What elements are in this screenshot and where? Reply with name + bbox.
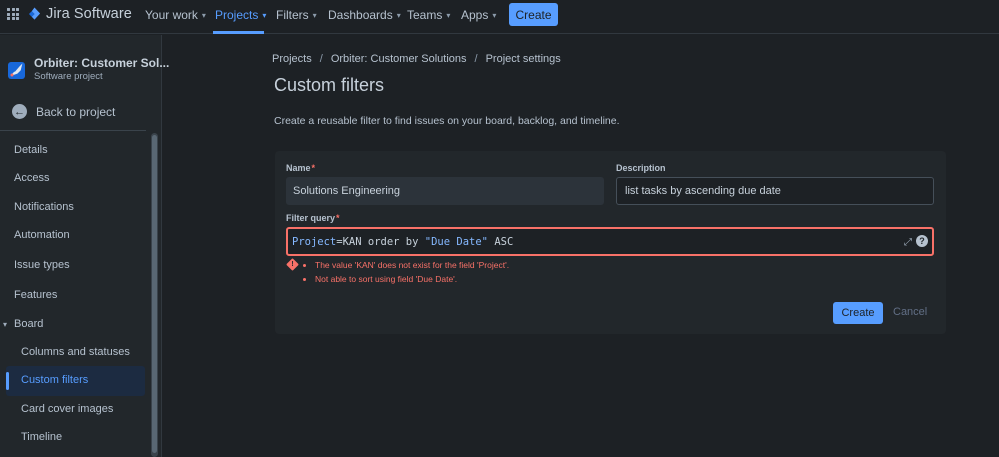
- cancel-button[interactable]: Cancel: [893, 306, 927, 318]
- top-navigation: Jira Software Your work ▾ Projects ▾ Filte…: [0, 0, 999, 34]
- query-operator-token: =KAN order by: [336, 235, 425, 248]
- sidebar-active-indicator: [6, 372, 9, 390]
- help-icon[interactable]: ?: [916, 235, 928, 247]
- product-name: Jira Software: [46, 6, 132, 22]
- filter-query-label: Filter query*: [286, 213, 340, 223]
- project-rocket-icon: [8, 62, 25, 79]
- error-message: Not able to sort using field 'Due Date'.: [303, 274, 457, 284]
- project-name[interactable]: Orbiter: Customer Sol...: [34, 56, 169, 70]
- filter-query-input[interactable]: Project =KAN order by "Due Date" ASC: [286, 227, 934, 256]
- sidebar-divider: [0, 130, 146, 131]
- nav-your-work[interactable]: Your work ▾: [145, 8, 206, 22]
- app-switcher-icon[interactable]: [7, 8, 19, 20]
- nav-projects[interactable]: Projects ▾: [215, 8, 266, 22]
- chevron-down-icon[interactable]: ▾: [3, 320, 7, 329]
- error-message: The value 'KAN' does not exist for the f…: [303, 260, 509, 270]
- nav-label: Apps: [461, 8, 489, 22]
- breadcrumb-projects[interactable]: Projects: [272, 53, 312, 65]
- name-field[interactable]: Solutions Engineering: [286, 177, 604, 205]
- nav-label: Teams: [407, 8, 443, 22]
- arrow-left-icon: ←: [12, 104, 27, 119]
- sidebar-item-card-cover-images[interactable]: Card cover images: [21, 403, 113, 415]
- chevron-down-icon: ▾: [446, 10, 451, 20]
- nav-label: Filters: [276, 8, 309, 22]
- query-field-token: Project: [292, 235, 337, 248]
- description-field[interactable]: list tasks by ascending due date: [616, 177, 934, 205]
- nav-dashboards[interactable]: Dashboards ▾: [328, 8, 401, 22]
- page-description: Create a reusable filter to find issues …: [274, 115, 620, 127]
- chevron-down-icon: ▾: [262, 10, 267, 20]
- active-nav-indicator: [213, 31, 264, 34]
- nav-apps[interactable]: Apps ▾: [461, 8, 496, 22]
- query-order-token: ASC: [488, 235, 514, 248]
- nav-filters[interactable]: Filters ▾: [276, 8, 317, 22]
- nav-label: Your work: [145, 8, 198, 22]
- jira-logo-icon: [28, 7, 41, 20]
- page-title: Custom filters: [274, 75, 385, 95]
- bullet: [303, 277, 306, 281]
- jira-logo[interactable]: Jira Software: [28, 6, 132, 22]
- back-to-project-link[interactable]: ← Back to project: [12, 104, 115, 119]
- chevron-down-icon: ▾: [201, 10, 206, 20]
- chevron-down-icon: ▾: [492, 10, 497, 20]
- error-icon: !: [286, 258, 299, 271]
- breadcrumb: Projects / Orbiter: Customer Solutions /…: [272, 53, 561, 65]
- nav-label: Dashboards: [328, 8, 393, 22]
- error-text: The value 'KAN' does not exist for the f…: [315, 260, 510, 270]
- sidebar-item-timeline[interactable]: Timeline: [21, 431, 62, 443]
- name-label-text: Name: [286, 163, 311, 173]
- description-label: Description: [616, 163, 666, 173]
- create-button[interactable]: Create: [509, 3, 558, 26]
- query-string-token: "Due Date": [424, 235, 488, 248]
- nav-label: Projects: [215, 8, 259, 22]
- sidebar-item-columns-and-statuses[interactable]: Columns and statuses: [21, 346, 130, 358]
- breadcrumb-project-settings[interactable]: Project settings: [486, 53, 561, 65]
- breadcrumb-separator: /: [474, 53, 478, 65]
- name-label: Name*: [286, 163, 315, 173]
- sidebar-item-automation[interactable]: Automation: [14, 229, 70, 241]
- sidebar-item-details[interactable]: Details: [14, 144, 48, 156]
- filter-query-label-text: Filter query: [286, 213, 336, 223]
- breadcrumb-separator: /: [319, 53, 323, 65]
- project-sidebar: Orbiter: Customer Sol... Software projec…: [0, 35, 169, 457]
- sidebar-item-access[interactable]: Access: [14, 172, 49, 184]
- nav-teams[interactable]: Teams ▾: [407, 8, 450, 22]
- project-type: Software project: [34, 71, 103, 82]
- sidebar-item-features[interactable]: Features: [14, 289, 57, 301]
- create-filter-button[interactable]: Create: [833, 302, 883, 324]
- sidebar-item-notifications[interactable]: Notifications: [14, 201, 74, 213]
- required-marker: *: [311, 163, 316, 173]
- back-label: Back to project: [36, 104, 116, 119]
- sidebar-item-custom-filters[interactable]: Custom filters: [21, 374, 88, 386]
- required-marker: *: [336, 213, 340, 223]
- chevron-down-icon: ▾: [396, 10, 401, 20]
- sidebar-item-board[interactable]: Board: [14, 318, 43, 330]
- breadcrumb-project[interactable]: Orbiter: Customer Solutions: [331, 53, 467, 65]
- sidebar-item-issue-types[interactable]: Issue types: [14, 259, 70, 271]
- chevron-down-icon: ▾: [312, 10, 317, 20]
- bullet: [303, 263, 306, 267]
- sidebar-scroll-thumb[interactable]: [152, 135, 157, 453]
- expand-icon[interactable]: ⤢: [904, 237, 912, 248]
- error-text: Not able to sort using field 'Due Date'.: [315, 274, 458, 284]
